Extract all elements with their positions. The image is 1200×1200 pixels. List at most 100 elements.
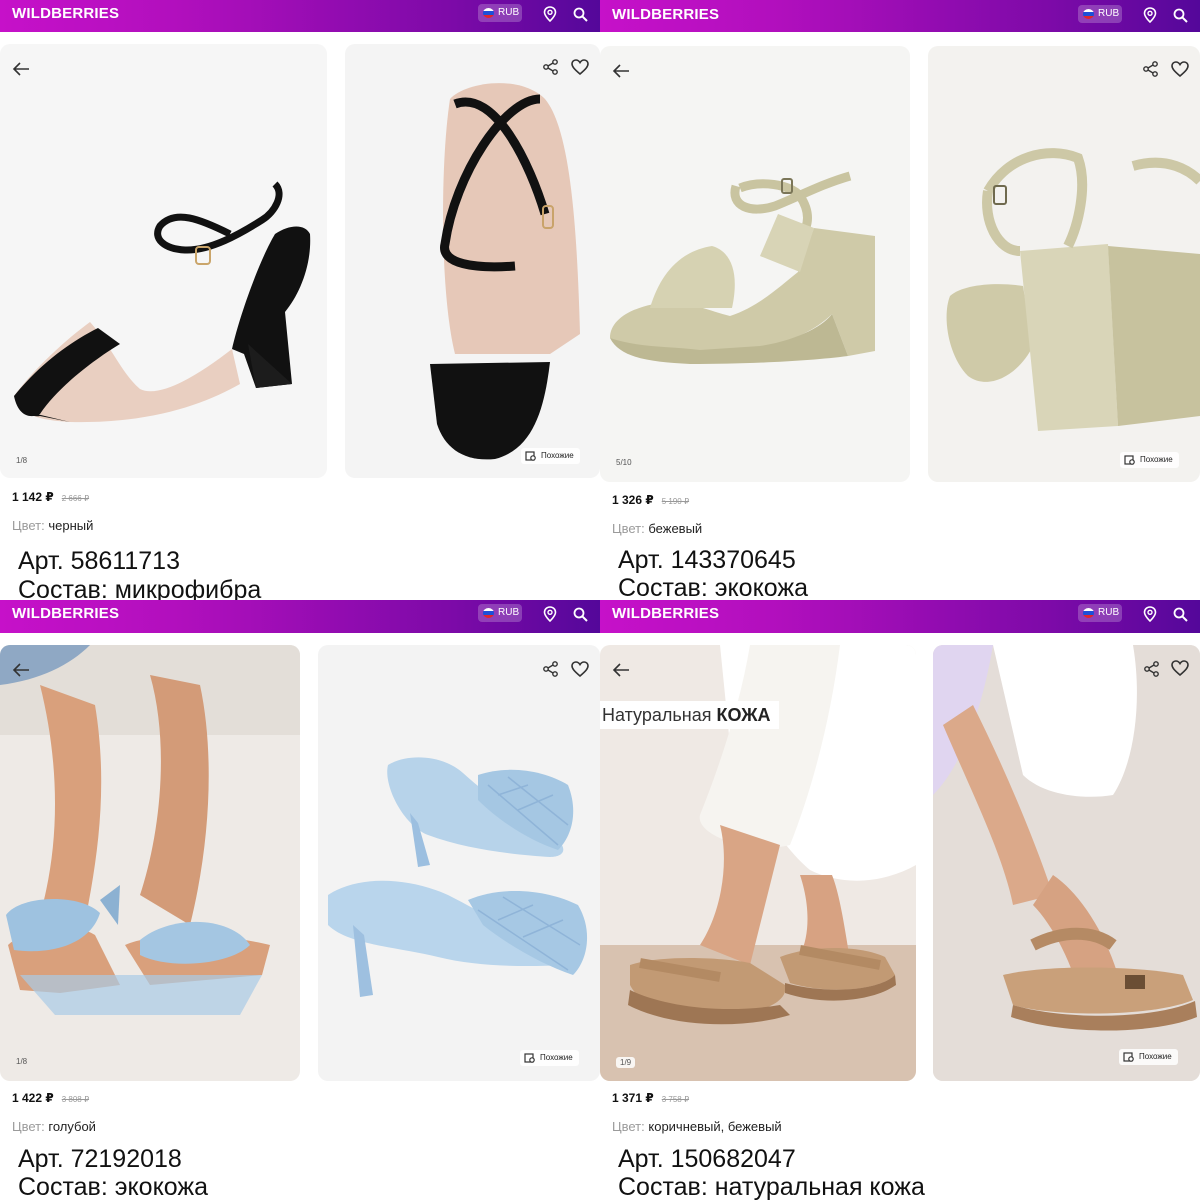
back-arrow-icon[interactable]	[10, 58, 32, 80]
banner-highlight: КОЖА	[716, 705, 771, 725]
color-label: Цвет:	[12, 518, 45, 533]
blue-mules-product-image	[328, 757, 588, 997]
photo-counter: 1/8	[16, 1057, 28, 1066]
search-icon[interactable]	[1170, 5, 1190, 25]
black-sandal-top-image	[430, 83, 580, 460]
russia-flag-icon	[1083, 608, 1094, 618]
share-icon[interactable]	[542, 58, 560, 76]
back-arrow-icon[interactable]	[10, 659, 32, 681]
price-row: 1 326 ₽ 5 190 ₽	[612, 493, 689, 507]
currency-label: RUB	[1098, 8, 1120, 19]
composition: Состав: микрофибра	[18, 576, 262, 600]
share-icon[interactable]	[1142, 60, 1160, 78]
current-price: 1 371 ₽	[612, 1091, 654, 1105]
article-number: Арт. 58611713	[18, 547, 180, 575]
old-price: 3 808 ₽	[61, 1095, 90, 1104]
similar-label: Похожие	[1140, 455, 1173, 464]
brown-sandals-closeup-image	[933, 645, 1200, 1081]
color-value: черный	[48, 518, 94, 533]
photo-counter: 5/10	[616, 458, 632, 467]
current-price: 1 422 ₽	[12, 1091, 54, 1105]
similar-icon	[525, 451, 536, 461]
currency-label: RUB	[498, 607, 520, 618]
price-row: 1 142 ₽ 2 666 ₽	[12, 490, 89, 504]
price-row: 1 422 ₽ 3 808 ₽	[12, 1091, 89, 1105]
product-photo-secondary[interactable]: Похожие	[345, 44, 600, 478]
similar-icon	[1124, 455, 1135, 465]
similar-label: Похожие	[1139, 1052, 1172, 1061]
similar-label: Похожие	[541, 451, 574, 460]
currency-switch[interactable]: RUB	[1078, 5, 1122, 23]
banner-text: Натуральная	[602, 705, 712, 725]
product-photo-main[interactable]: Натуральная КОЖА 1/9	[600, 645, 916, 1081]
product-photo-secondary[interactable]: Похожие	[318, 645, 600, 1081]
color-row: Цвет: коричневый, бежевый	[612, 1119, 782, 1134]
similar-button[interactable]: Похожие	[1119, 1049, 1178, 1065]
promo-banner: Натуральная КОЖА	[600, 701, 779, 729]
search-icon[interactable]	[570, 604, 590, 624]
photo-counter: 1/8	[16, 456, 28, 465]
old-price: 3 758 ₽	[661, 1095, 690, 1104]
currency-switch[interactable]: RUB	[1078, 604, 1122, 622]
share-icon[interactable]	[542, 660, 560, 678]
product-photo-secondary[interactable]: Похожие	[928, 46, 1200, 482]
product-photo-main[interactable]: 5/10	[600, 46, 910, 482]
heart-icon[interactable]	[570, 659, 590, 679]
currency-label: RUB	[498, 7, 520, 18]
search-icon[interactable]	[570, 4, 590, 24]
color-row: Цвет: черный	[12, 518, 93, 533]
color-row: Цвет: голубой	[12, 1119, 96, 1134]
header-bar: WILDBERRIES RUB	[600, 0, 1200, 32]
similar-button[interactable]: Похожие	[520, 1050, 579, 1066]
product-panel-4: WILDBERRIES RUB Натуральная КОЖА 1/9 Пох…	[600, 600, 1200, 1200]
old-price: 5 190 ₽	[661, 497, 690, 506]
product-photo-main[interactable]: 1/8	[0, 645, 300, 1081]
location-pin-icon[interactable]	[1140, 604, 1160, 624]
russia-flag-icon	[483, 8, 494, 18]
color-label: Цвет:	[612, 1119, 645, 1134]
location-pin-icon[interactable]	[540, 4, 560, 24]
color-label: Цвет:	[612, 521, 645, 536]
header-bar: WILDBERRIES RUB	[0, 0, 600, 32]
back-arrow-icon[interactable]	[610, 60, 632, 82]
heart-icon[interactable]	[1170, 658, 1190, 678]
article-number: Арт. 150682047	[618, 1145, 796, 1173]
currency-switch[interactable]: RUB	[478, 4, 522, 22]
color-value: голубой	[48, 1119, 96, 1134]
currency-label: RUB	[1098, 607, 1120, 618]
product-panel-1: WILDBERRIES RUB 1/8 Похожие 1 142 ₽ 2 66…	[0, 0, 600, 600]
heart-icon[interactable]	[570, 57, 590, 77]
article-number: Арт. 72192018	[18, 1145, 182, 1173]
brand-logo[interactable]: WILDBERRIES	[612, 6, 719, 23]
beige-platform-sandal-back-image	[946, 148, 1200, 431]
product-photo-secondary[interactable]: Похожие	[933, 645, 1200, 1081]
composition: Состав: натуральная кожа	[618, 1173, 925, 1200]
brand-logo[interactable]: WILDBERRIES	[12, 5, 119, 22]
brand-logo[interactable]: WILDBERRIES	[612, 605, 719, 622]
composition: Состав: экокожа	[18, 1173, 209, 1200]
currency-switch[interactable]: RUB	[478, 604, 522, 622]
similar-icon	[524, 1053, 535, 1063]
beige-platform-sandal-side-image	[610, 171, 875, 364]
search-icon[interactable]	[1170, 604, 1190, 624]
color-value: коричневый, бежевый	[648, 1119, 782, 1134]
location-pin-icon[interactable]	[540, 604, 560, 624]
header-bar: WILDBERRIES RUB	[600, 600, 1200, 633]
current-price: 1 326 ₽	[612, 493, 654, 507]
heart-icon[interactable]	[1170, 59, 1190, 79]
blue-mules-worn-image	[0, 645, 300, 1015]
photo-counter: 1/9	[616, 1057, 636, 1068]
article-number: Арт. 143370645	[618, 546, 796, 574]
product-photo-main[interactable]: 1/8	[0, 44, 327, 478]
similar-button[interactable]: Похожие	[521, 448, 580, 464]
share-icon[interactable]	[1143, 660, 1161, 678]
back-arrow-icon[interactable]	[610, 659, 632, 681]
price-row: 1 371 ₽ 3 758 ₽	[612, 1091, 689, 1105]
similar-button[interactable]: Похожие	[1120, 452, 1179, 468]
location-pin-icon[interactable]	[1140, 5, 1160, 25]
brand-logo[interactable]: WILDBERRIES	[12, 605, 119, 622]
russia-flag-icon	[1083, 9, 1094, 19]
black-sandal-side-image	[14, 181, 311, 423]
similar-icon	[1123, 1052, 1134, 1062]
header-bar: WILDBERRIES RUB	[0, 600, 600, 633]
